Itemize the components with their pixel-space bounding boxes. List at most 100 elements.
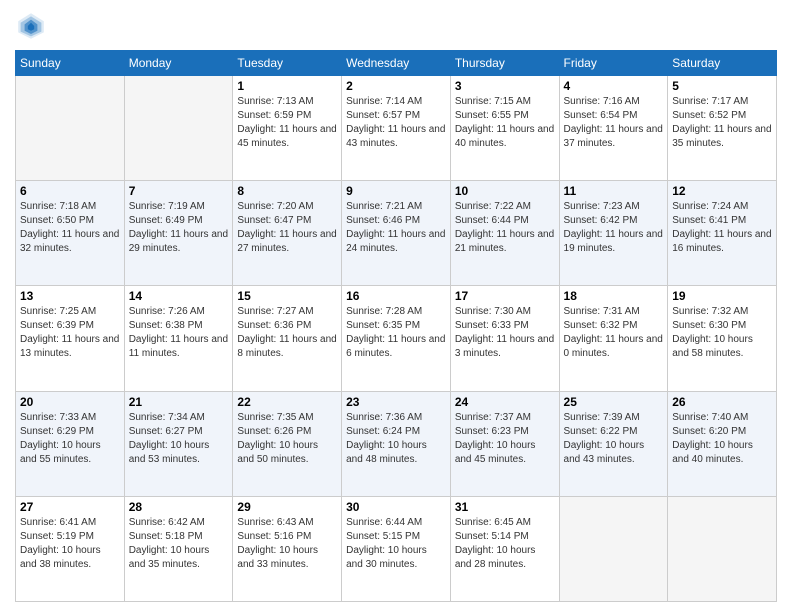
header-row: SundayMondayTuesdayWednesdayThursdayFrid…: [16, 51, 777, 76]
day-info: Sunrise: 7:23 AMSunset: 6:42 PMDaylight:…: [564, 200, 664, 256]
calendar-header: SundayMondayTuesdayWednesdayThursdayFrid…: [16, 51, 777, 76]
calendar-cell: 10 Sunrise: 7:22 AMSunset: 6:44 PMDayligh…: [450, 181, 559, 286]
col-header-wednesday: Wednesday: [342, 51, 451, 76]
day-info: Sunrise: 7:36 AMSunset: 6:24 PMDaylight:…: [346, 411, 446, 467]
day-info: Sunrise: 7:30 AMSunset: 6:33 PMDaylight:…: [455, 305, 555, 361]
calendar-body: 1 Sunrise: 7:13 AMSunset: 6:59 PMDaylight…: [16, 76, 777, 602]
day-info: Sunrise: 7:16 AMSunset: 6:54 PMDaylight:…: [564, 95, 664, 151]
day-number: 29: [237, 500, 337, 514]
day-info: Sunrise: 7:35 AMSunset: 6:26 PMDaylight:…: [237, 411, 337, 467]
week-row-3: 13 Sunrise: 7:25 AMSunset: 6:39 PMDayligh…: [16, 286, 777, 391]
calendar-cell: 1 Sunrise: 7:13 AMSunset: 6:59 PMDaylight…: [233, 76, 342, 181]
calendar-cell: 26 Sunrise: 7:40 AMSunset: 6:20 PMDayligh…: [668, 391, 777, 496]
day-info: Sunrise: 7:32 AMSunset: 6:30 PMDaylight:…: [672, 305, 772, 361]
day-info: Sunrise: 6:41 AMSunset: 5:19 PMDaylight:…: [20, 516, 120, 572]
day-info: Sunrise: 6:45 AMSunset: 5:14 PMDaylight:…: [455, 516, 555, 572]
day-number: 21: [129, 395, 229, 409]
calendar-cell: [668, 496, 777, 601]
day-info: Sunrise: 7:19 AMSunset: 6:49 PMDaylight:…: [129, 200, 229, 256]
day-info: Sunrise: 7:21 AMSunset: 6:46 PMDaylight:…: [346, 200, 446, 256]
calendar-cell: 15Sunrise: 7:27 AMSunset: 6:36 PMDayligh…: [233, 286, 342, 391]
day-number: 12: [672, 184, 772, 198]
day-number: 25: [564, 395, 664, 409]
week-row-5: 27 Sunrise: 6:41 AMSunset: 5:19 PMDayligh…: [16, 496, 777, 601]
day-number: 27: [20, 500, 120, 514]
calendar-cell: [124, 76, 233, 181]
day-number: 11: [564, 184, 664, 198]
day-info: Sunrise: 7:18 AMSunset: 6:50 PMDaylight:…: [20, 200, 120, 256]
day-info: Sunrise: 7:27 AMSunset: 6:36 PMDaylight:…: [237, 305, 337, 361]
day-number: 18: [564, 289, 664, 303]
day-info: Sunrise: 7:22 AMSunset: 6:44 PMDaylight:…: [455, 200, 555, 256]
day-info: Sunrise: 7:31 AMSunset: 6:32 PMDaylight:…: [564, 305, 664, 361]
calendar-cell: 11 Sunrise: 7:23 AMSunset: 6:42 PMDayligh…: [559, 181, 668, 286]
day-info: Sunrise: 7:37 AMSunset: 6:23 PMDaylight:…: [455, 411, 555, 467]
day-info: Sunrise: 7:17 AMSunset: 6:52 PMDaylight:…: [672, 95, 772, 151]
logo: [15, 10, 51, 42]
week-row-1: 1 Sunrise: 7:13 AMSunset: 6:59 PMDaylight…: [16, 76, 777, 181]
calendar-cell: 30 Sunrise: 6:44 AMSunset: 5:15 PMDayligh…: [342, 496, 451, 601]
day-number: 7: [129, 184, 229, 198]
day-number: 30: [346, 500, 446, 514]
day-info: Sunrise: 6:42 AMSunset: 5:18 PMDaylight:…: [129, 516, 229, 572]
day-info: Sunrise: 7:26 AMSunset: 6:38 PMDaylight:…: [129, 305, 229, 361]
calendar-cell: 20 Sunrise: 7:33 AMSunset: 6:29 PMDayligh…: [16, 391, 125, 496]
day-info: Sunrise: 7:20 AMSunset: 6:47 PMDaylight:…: [237, 200, 337, 256]
day-info: Sunrise: 7:25 AMSunset: 6:39 PMDaylight:…: [20, 305, 120, 361]
calendar: SundayMondayTuesdayWednesdayThursdayFrid…: [15, 50, 777, 602]
col-header-friday: Friday: [559, 51, 668, 76]
col-header-sunday: Sunday: [16, 51, 125, 76]
day-info: Sunrise: 7:34 AMSunset: 6:27 PMDaylight:…: [129, 411, 229, 467]
day-number: 4: [564, 79, 664, 93]
week-row-4: 20 Sunrise: 7:33 AMSunset: 6:29 PMDayligh…: [16, 391, 777, 496]
calendar-cell: 2 Sunrise: 7:14 AMSunset: 6:57 PMDaylight…: [342, 76, 451, 181]
calendar-cell: [16, 76, 125, 181]
calendar-cell: 17Sunrise: 7:30 AMSunset: 6:33 PMDayligh…: [450, 286, 559, 391]
day-info: Sunrise: 7:13 AMSunset: 6:59 PMDaylight:…: [237, 95, 337, 151]
day-number: 5: [672, 79, 772, 93]
day-info: Sunrise: 7:14 AMSunset: 6:57 PMDaylight:…: [346, 95, 446, 151]
day-number: 16: [346, 289, 446, 303]
calendar-cell: 7 Sunrise: 7:19 AMSunset: 6:49 PMDaylight…: [124, 181, 233, 286]
day-info: Sunrise: 7:40 AMSunset: 6:20 PMDaylight:…: [672, 411, 772, 467]
calendar-cell: 5 Sunrise: 7:17 AMSunset: 6:52 PMDaylight…: [668, 76, 777, 181]
calendar-cell: 14 Sunrise: 7:26 AMSunset: 6:38 PMDayligh…: [124, 286, 233, 391]
calendar-cell: 28 Sunrise: 6:42 AMSunset: 5:18 PMDayligh…: [124, 496, 233, 601]
day-number: 2: [346, 79, 446, 93]
calendar-cell: 31 Sunrise: 6:45 AMSunset: 5:14 PMDayligh…: [450, 496, 559, 601]
day-number: 6: [20, 184, 120, 198]
logo-icon: [15, 10, 47, 42]
day-number: 22: [237, 395, 337, 409]
day-info: Sunrise: 6:44 AMSunset: 5:15 PMDaylight:…: [346, 516, 446, 572]
calendar-cell: 22 Sunrise: 7:35 AMSunset: 6:26 PMDayligh…: [233, 391, 342, 496]
calendar-cell: 25Sunrise: 7:39 AMSunset: 6:22 PMDayligh…: [559, 391, 668, 496]
day-info: Sunrise: 6:43 AMSunset: 5:16 PMDaylight:…: [237, 516, 337, 572]
page: SundayMondayTuesdayWednesdayThursdayFrid…: [0, 0, 792, 612]
day-number: 9: [346, 184, 446, 198]
col-header-monday: Monday: [124, 51, 233, 76]
day-info: Sunrise: 7:28 AMSunset: 6:35 PMDaylight:…: [346, 305, 446, 361]
day-number: 13: [20, 289, 120, 303]
week-row-2: 6 Sunrise: 7:18 AMSunset: 6:50 PMDaylight…: [16, 181, 777, 286]
day-number: 26: [672, 395, 772, 409]
day-number: 20: [20, 395, 120, 409]
calendar-cell: 9 Sunrise: 7:21 AMSunset: 6:46 PMDaylight…: [342, 181, 451, 286]
day-number: 10: [455, 184, 555, 198]
day-number: 1: [237, 79, 337, 93]
calendar-cell: 27 Sunrise: 6:41 AMSunset: 5:19 PMDayligh…: [16, 496, 125, 601]
day-info: Sunrise: 7:15 AMSunset: 6:55 PMDaylight:…: [455, 95, 555, 151]
day-number: 23: [346, 395, 446, 409]
day-number: 31: [455, 500, 555, 514]
day-info: Sunrise: 7:24 AMSunset: 6:41 PMDaylight:…: [672, 200, 772, 256]
header: [15, 10, 777, 42]
day-number: 28: [129, 500, 229, 514]
calendar-cell: 16 Sunrise: 7:28 AMSunset: 6:35 PMDayligh…: [342, 286, 451, 391]
calendar-cell: 6 Sunrise: 7:18 AMSunset: 6:50 PMDaylight…: [16, 181, 125, 286]
day-number: 14: [129, 289, 229, 303]
calendar-cell: 4 Sunrise: 7:16 AMSunset: 6:54 PMDaylight…: [559, 76, 668, 181]
calendar-cell: 29 Sunrise: 6:43 AMSunset: 5:16 PMDayligh…: [233, 496, 342, 601]
day-info: Sunrise: 7:33 AMSunset: 6:29 PMDaylight:…: [20, 411, 120, 467]
day-number: 8: [237, 184, 337, 198]
calendar-cell: 12 Sunrise: 7:24 AMSunset: 6:41 PMDayligh…: [668, 181, 777, 286]
col-header-tuesday: Tuesday: [233, 51, 342, 76]
